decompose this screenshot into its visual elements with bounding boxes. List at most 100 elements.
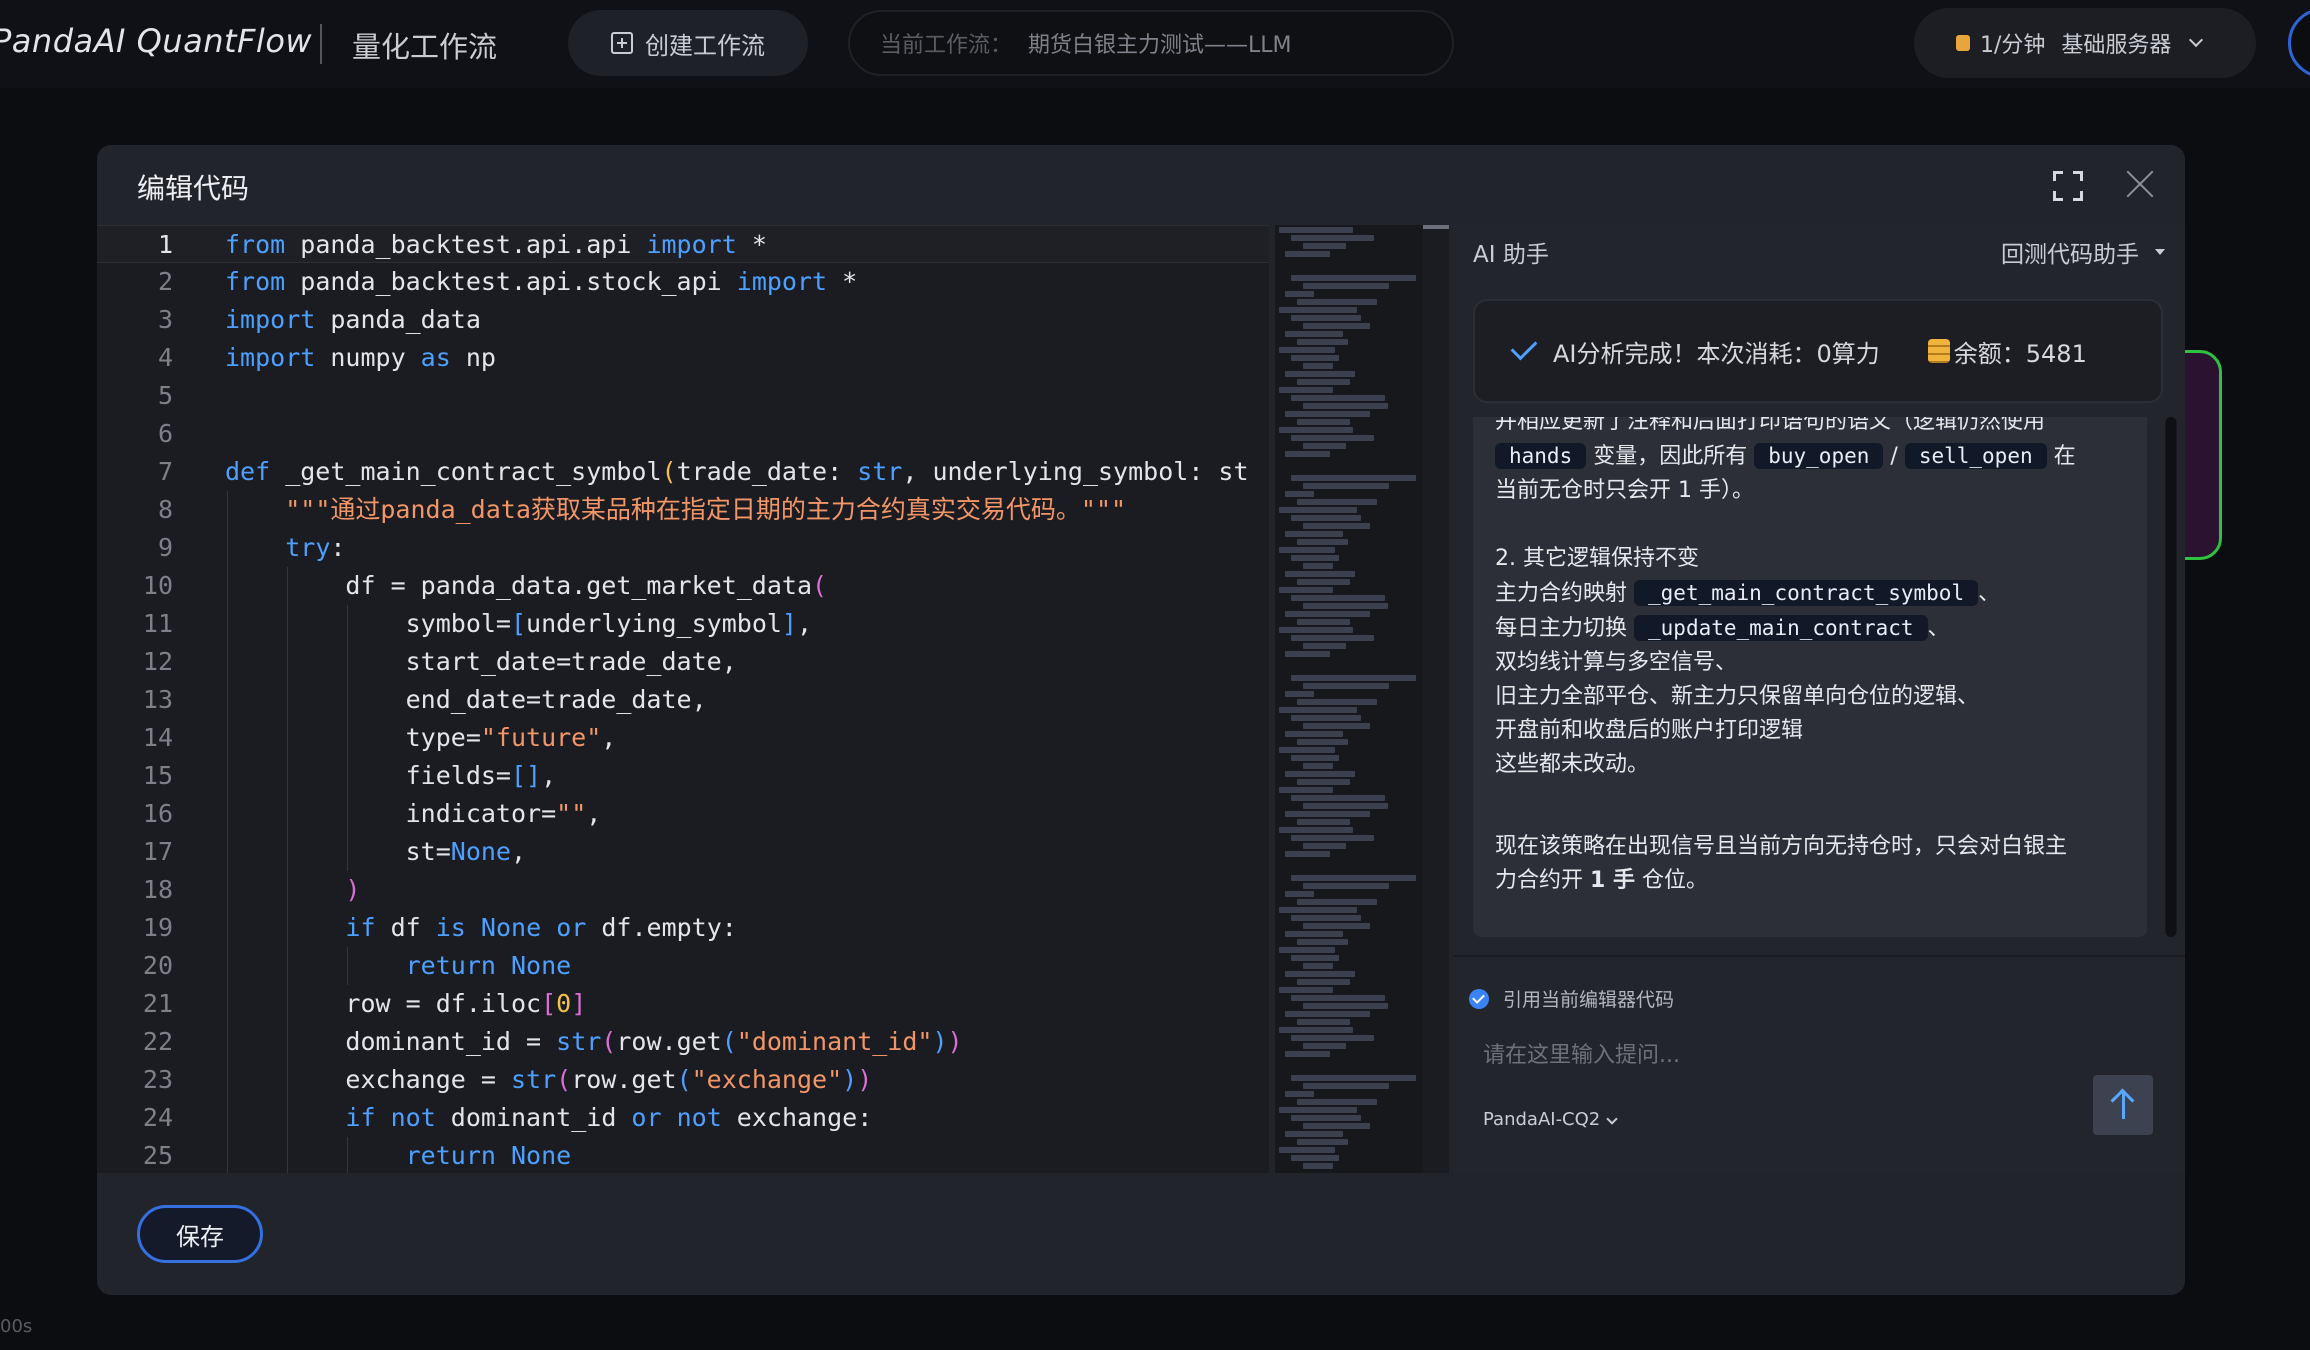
code-line[interactable]: 5 xyxy=(97,377,1269,415)
msg-line: 力合约开 1 手 仓位。 xyxy=(1495,864,2135,898)
server-select[interactable]: 1/分钟 基础服务器 xyxy=(1914,8,2256,78)
code-line[interactable]: 20 return None xyxy=(97,947,1269,985)
ai-panel-title: AI 助手 xyxy=(1473,242,1549,268)
line-number: 23 xyxy=(142,1065,173,1094)
code-line[interactable]: 3 import panda_data xyxy=(97,301,1269,339)
brand-logo: PandaAI QuantFlow xyxy=(0,22,313,60)
minimap-row xyxy=(1291,275,1416,281)
code-line[interactable]: 22 dominant_id = str(row.get("dominant_i… xyxy=(97,1023,1269,1061)
save-button[interactable]: 保存 xyxy=(137,1205,263,1263)
current-workflow-field[interactable]: 当前工作流： 期货白银主力测试——LLM xyxy=(848,10,1454,76)
minimap-row xyxy=(1291,795,1386,801)
line-number: 5 xyxy=(157,381,173,410)
code-line[interactable]: 13 end_date=trade_date, xyxy=(97,681,1269,719)
code-line[interactable]: 24 if not dominant_id or not exchange: xyxy=(97,1099,1269,1137)
send-button[interactable] xyxy=(2093,1075,2153,1135)
inline-code: hands xyxy=(1495,443,1587,469)
msg-line: 开盘前和收盘后的账户打印逻辑 xyxy=(1495,718,1804,743)
code-editor[interactable]: 1 from panda_backtest.api.api import * 2 fr… xyxy=(97,225,1269,1173)
ai-status-card: AI分析完成！本次消耗：0算力 余额：5481 xyxy=(1473,299,2163,403)
code-line[interactable]: 7 def _get_main_contract_symbol(trade_dat… xyxy=(97,453,1269,491)
code-line[interactable]: 19 if df is None or df.empty: xyxy=(97,909,1269,947)
create-workflow-button[interactable]: 创建工作流 xyxy=(568,10,808,76)
minimap-row xyxy=(1285,811,1370,817)
code-text: fields=[], xyxy=(225,761,557,790)
code-line[interactable]: 4 import numpy as np xyxy=(97,339,1269,377)
ai-status-text: AI分析完成！本次消耗：0算力 xyxy=(1553,339,1880,368)
code-minimap[interactable] xyxy=(1275,225,1425,1173)
minimap-row xyxy=(1291,755,1339,761)
code-text: import panda_data xyxy=(225,305,481,334)
code-text: type="future", xyxy=(225,723,617,752)
code-line[interactable]: 6 xyxy=(97,415,1269,453)
minimap-row xyxy=(1297,1019,1350,1025)
code-line[interactable]: 11 symbol=[underlying_symbol], xyxy=(97,605,1269,643)
minimap-row xyxy=(1297,779,1350,785)
minimap-row xyxy=(1291,715,1362,721)
minimap-row xyxy=(1279,387,1334,393)
minimap-row xyxy=(1291,635,1375,641)
fullscreen-icon[interactable] xyxy=(2053,171,2083,201)
code-text: df = panda_data.get_market_data( xyxy=(225,571,828,600)
msg-line: 旧主力全部平仓、新主力只保留单向仓位的逻辑、 xyxy=(1495,684,1980,709)
create-workflow-label: 创建工作流 xyxy=(645,31,765,60)
ai-question-input[interactable] xyxy=(1483,1035,2043,1075)
minimap-row xyxy=(1291,955,1339,961)
code-line[interactable]: 18 ) xyxy=(97,871,1269,909)
code-line[interactable]: 2 from panda_backtest.api.stock_api impor… xyxy=(97,263,1269,301)
rate-label: 1/分钟 xyxy=(1980,33,2046,58)
code-lines[interactable]: 1 from panda_backtest.api.api import * 2 fr… xyxy=(97,225,1269,1173)
top-bar: PandaAI QuantFlow 量化工作流 创建工作流 当前工作流： 期货白… xyxy=(0,0,2310,88)
minimap-row xyxy=(1279,547,1335,553)
minimap-row xyxy=(1303,403,1388,409)
code-line[interactable]: 10 df = panda_data.get_market_data( xyxy=(97,567,1269,605)
minimap-row xyxy=(1297,339,1349,345)
code-line[interactable]: 14 type="future", xyxy=(97,719,1269,757)
minimap-row xyxy=(1285,1051,1330,1057)
line-number: 14 xyxy=(142,723,173,752)
code-text: symbol=[underlying_symbol], xyxy=(225,609,813,638)
cite-editor-code-checkbox[interactable]: 引用当前编辑器代码 xyxy=(1469,985,1674,1012)
minimap-row xyxy=(1279,1107,1358,1113)
minimap-row xyxy=(1297,699,1377,705)
minimap-row xyxy=(1291,395,1386,401)
line-number: 20 xyxy=(142,951,173,980)
minimap-row xyxy=(1279,347,1335,353)
msg-text: 变量，因此所有 xyxy=(1593,444,1748,469)
code-text: """通过panda_data获取某品种在指定日期的主力合约真实交易代码。""" xyxy=(285,495,1127,524)
minimap-row xyxy=(1285,1091,1314,1097)
minimap-row xyxy=(1279,1027,1353,1033)
minimap-row xyxy=(1291,915,1362,921)
minimap-row xyxy=(1291,875,1416,881)
line-number: 16 xyxy=(142,799,173,828)
minimap-row xyxy=(1303,323,1371,329)
close-icon[interactable] xyxy=(2125,169,2155,199)
code-line[interactable]: 12 start_date=trade_date, xyxy=(97,643,1269,681)
line-number: 10 xyxy=(142,571,173,600)
code-line[interactable]: 16 indicator="", xyxy=(97,795,1269,833)
code-line[interactable]: 1 from panda_backtest.api.api import * xyxy=(97,225,1269,263)
code-line[interactable]: 17 st=None, xyxy=(97,833,1269,871)
minimap-row xyxy=(1285,651,1330,657)
code-line[interactable]: 25 return None xyxy=(97,1137,1269,1173)
line-number: 6 xyxy=(157,419,173,448)
ai-message-scrollbar[interactable] xyxy=(2165,417,2177,937)
assistant-mode-dropdown[interactable]: 回测代码助手 xyxy=(2001,235,2165,269)
minimap-row xyxy=(1279,787,1334,793)
avatar[interactable] xyxy=(2288,8,2310,78)
minimap-row xyxy=(1285,771,1356,777)
editor-scrollbar[interactable] xyxy=(1423,225,1449,1173)
code-line[interactable]: 9 try: xyxy=(97,529,1269,567)
msg-text: 、 xyxy=(1927,616,1950,641)
model-select[interactable]: PandaAI-CQ2 xyxy=(1483,1109,1600,1130)
minimap-row xyxy=(1291,1035,1375,1041)
code-line[interactable]: 21 row = df.iloc[0] xyxy=(97,985,1269,1023)
code-line[interactable]: 8 """通过panda_data获取某品种在指定日期的主力合约真实交易代码。"… xyxy=(97,491,1269,529)
msg-text: 主力合约映射 xyxy=(1495,581,1628,606)
minimap-row xyxy=(1285,731,1343,737)
line-number: 22 xyxy=(142,1027,173,1056)
ai-message: 并相应更新了注释和后面打印语句的语义（逻辑仍然使用 hands 变量，因此所有 … xyxy=(1473,417,2147,937)
code-line[interactable]: 23 exchange = str(row.get("exchange")) xyxy=(97,1061,1269,1099)
code-text: start_date=trade_date, xyxy=(225,647,737,676)
code-line[interactable]: 15 fields=[], xyxy=(97,757,1269,795)
